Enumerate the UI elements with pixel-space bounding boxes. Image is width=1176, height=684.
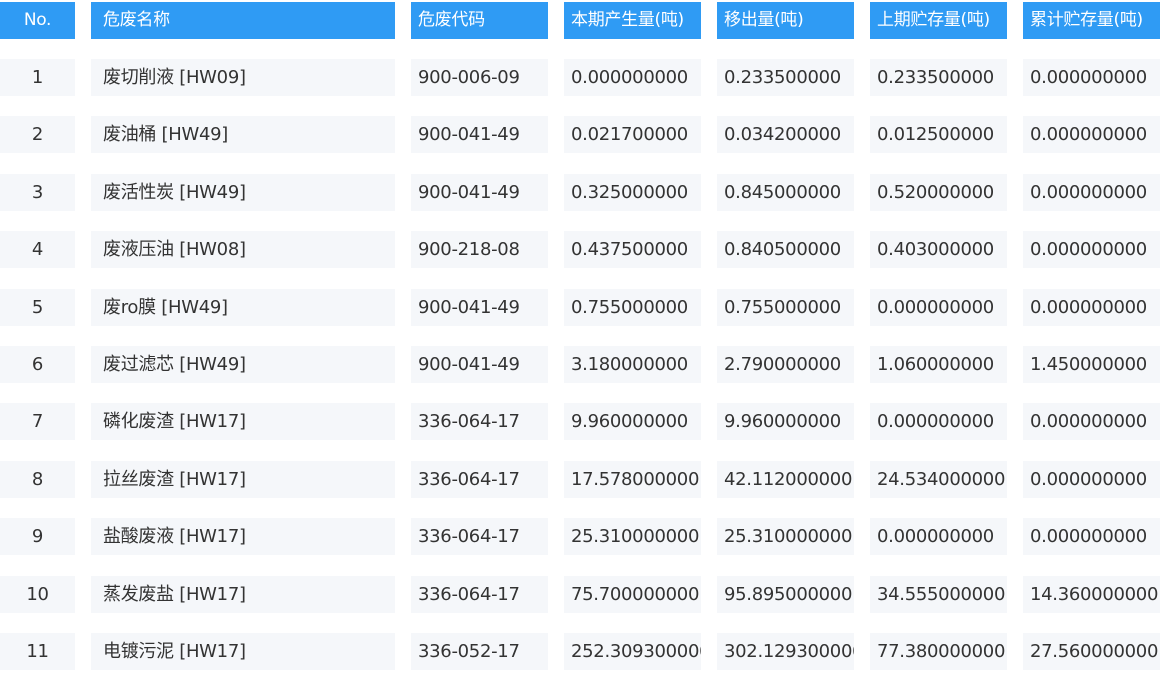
row-no: 5	[0, 289, 75, 326]
row-no: 2	[0, 116, 75, 153]
table-header-row: No. 危废名称 危废代码 本期产生量(吨) 移出量(吨) 上期贮存量(吨) 累…	[0, 2, 1176, 39]
row-waste-name: 盐酸废液 [HW17]	[91, 518, 395, 555]
row-previous-stored: 34.555000000	[870, 576, 1007, 613]
row-waste-name: 废液压油 [HW08]	[91, 231, 395, 268]
row-cumulative-stored: 1.450000000	[1023, 346, 1160, 383]
table-row[interactable]: 7 磷化废渣 [HW17] 336-064-17 9.960000000 9.96000…	[0, 403, 1176, 440]
table-row[interactable]: 10 蒸发废盐 [HW17] 336-064-17 75.700000000 95.89…	[0, 576, 1176, 613]
row-current-produced: 17.578000000	[564, 461, 701, 498]
row-cumulative-stored: 0.000000000	[1023, 59, 1160, 96]
row-current-produced: 3.180000000	[564, 346, 701, 383]
row-waste-code: 900-218-08	[411, 231, 548, 268]
row-no: 6	[0, 346, 75, 383]
row-previous-stored: 0.000000000	[870, 403, 1007, 440]
row-waste-code: 336-064-17	[411, 461, 548, 498]
row-transferred-out: 0.845000000	[717, 174, 854, 211]
row-waste-name: 蒸发废盐 [HW17]	[91, 576, 395, 613]
row-cumulative-stored: 27.560000000	[1023, 633, 1160, 670]
table-row[interactable]: 9 盐酸废液 [HW17] 336-064-17 25.310000000 25.310…	[0, 518, 1176, 555]
row-no: 8	[0, 461, 75, 498]
row-waste-name: 电镀污泥 [HW17]	[91, 633, 395, 670]
row-previous-stored: 0.403000000	[870, 231, 1007, 268]
header-no[interactable]: No.	[0, 2, 75, 39]
row-waste-code: 900-041-49	[411, 174, 548, 211]
row-previous-stored: 0.000000000	[870, 289, 1007, 326]
row-previous-stored: 0.012500000	[870, 116, 1007, 153]
row-current-produced: 252.309300000	[564, 633, 701, 670]
header-previous-stored[interactable]: 上期贮存量(吨)	[870, 2, 1007, 39]
row-waste-name: 废ro膜 [HW49]	[91, 289, 395, 326]
row-previous-stored: 0.000000000	[870, 518, 1007, 555]
row-waste-name: 废活性炭 [HW49]	[91, 174, 395, 211]
row-previous-stored: 0.520000000	[870, 174, 1007, 211]
header-waste-name[interactable]: 危废名称	[91, 2, 395, 39]
table-row[interactable]: 6 废过滤芯 [HW49] 900-041-49 3.180000000 2.79000…	[0, 346, 1176, 383]
row-current-produced: 75.700000000	[564, 576, 701, 613]
row-no: 9	[0, 518, 75, 555]
row-current-produced: 0.000000000	[564, 59, 701, 96]
row-previous-stored: 0.233500000	[870, 59, 1007, 96]
header-waste-code[interactable]: 危废代码	[411, 2, 548, 39]
row-cumulative-stored: 0.000000000	[1023, 518, 1160, 555]
row-previous-stored: 24.534000000	[870, 461, 1007, 498]
row-current-produced: 0.021700000	[564, 116, 701, 153]
header-transferred-out[interactable]: 移出量(吨)	[717, 2, 854, 39]
row-previous-stored: 77.380000000	[870, 633, 1007, 670]
row-transferred-out: 302.129300000	[717, 633, 854, 670]
row-transferred-out: 0.840500000	[717, 231, 854, 268]
row-waste-code: 336-064-17	[411, 403, 548, 440]
row-waste-name: 废切削液 [HW09]	[91, 59, 395, 96]
row-current-produced: 25.310000000	[564, 518, 701, 555]
table-row[interactable]: 4 废液压油 [HW08] 900-218-08 0.437500000 0.84050…	[0, 231, 1176, 268]
table-row[interactable]: 3 废活性炭 [HW49] 900-041-49 0.325000000 0.84500…	[0, 174, 1176, 211]
waste-table: No. 危废名称 危废代码 本期产生量(吨) 移出量(吨) 上期贮存量(吨) 累…	[0, 0, 1176, 684]
row-cumulative-stored: 14.360000000	[1023, 576, 1160, 613]
row-no: 4	[0, 231, 75, 268]
row-cumulative-stored: 0.000000000	[1023, 116, 1160, 153]
row-waste-code: 900-041-49	[411, 116, 548, 153]
row-current-produced: 9.960000000	[564, 403, 701, 440]
row-cumulative-stored: 0.000000000	[1023, 289, 1160, 326]
row-waste-code: 336-064-17	[411, 576, 548, 613]
table-row[interactable]: 2 废油桶 [HW49] 900-041-49 0.021700000 0.034200…	[0, 116, 1176, 153]
row-cumulative-stored: 0.000000000	[1023, 461, 1160, 498]
row-no: 11	[0, 633, 75, 670]
row-no: 7	[0, 403, 75, 440]
row-no: 1	[0, 59, 75, 96]
row-transferred-out: 0.034200000	[717, 116, 854, 153]
row-current-produced: 0.755000000	[564, 289, 701, 326]
table-row[interactable]: 8 拉丝废渣 [HW17] 336-064-17 17.578000000 42.112…	[0, 461, 1176, 498]
row-transferred-out: 0.233500000	[717, 59, 854, 96]
table-row[interactable]: 5 废ro膜 [HW49] 900-041-49 0.755000000 0.75500…	[0, 289, 1176, 326]
row-waste-code: 900-006-09	[411, 59, 548, 96]
table-row[interactable]: 1 废切削液 [HW09] 900-006-09 0.000000000 0.23350…	[0, 59, 1176, 96]
row-cumulative-stored: 0.000000000	[1023, 174, 1160, 211]
row-transferred-out: 25.310000000	[717, 518, 854, 555]
table-row[interactable]: 11 电镀污泥 [HW17] 336-052-17 252.309300000 302.…	[0, 633, 1176, 670]
row-waste-name: 拉丝废渣 [HW17]	[91, 461, 395, 498]
row-previous-stored: 1.060000000	[870, 346, 1007, 383]
row-transferred-out: 42.112000000	[717, 461, 854, 498]
row-transferred-out: 0.755000000	[717, 289, 854, 326]
row-current-produced: 0.325000000	[564, 174, 701, 211]
row-waste-code: 900-041-49	[411, 289, 548, 326]
row-waste-name: 废油桶 [HW49]	[91, 116, 395, 153]
row-waste-code: 336-052-17	[411, 633, 548, 670]
row-transferred-out: 9.960000000	[717, 403, 854, 440]
row-no: 10	[0, 576, 75, 613]
row-waste-name: 废过滤芯 [HW49]	[91, 346, 395, 383]
row-cumulative-stored: 0.000000000	[1023, 403, 1160, 440]
header-current-produced[interactable]: 本期产生量(吨)	[564, 2, 701, 39]
row-waste-name: 磷化废渣 [HW17]	[91, 403, 395, 440]
row-transferred-out: 2.790000000	[717, 346, 854, 383]
row-cumulative-stored: 0.000000000	[1023, 231, 1160, 268]
row-no: 3	[0, 174, 75, 211]
row-current-produced: 0.437500000	[564, 231, 701, 268]
row-waste-code: 900-041-49	[411, 346, 548, 383]
row-waste-code: 336-064-17	[411, 518, 548, 555]
header-cumulative-stored[interactable]: 累计贮存量(吨)	[1023, 2, 1160, 39]
row-transferred-out: 95.895000000	[717, 576, 854, 613]
